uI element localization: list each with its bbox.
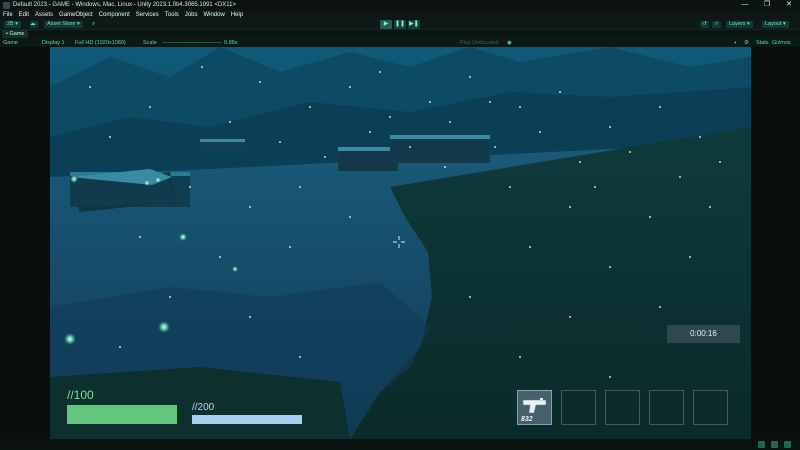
inventory-slot-2[interactable]	[561, 390, 596, 425]
tab-game[interactable]: ▪ Game	[2, 30, 29, 38]
stats-button[interactable]: Stats	[756, 40, 769, 46]
right-margin	[751, 47, 800, 439]
layout-dropdown[interactable]: Layout ▾	[762, 21, 789, 28]
window-title: Default 2023 - GAME - Windows, Mac, Linu…	[13, 2, 237, 8]
resolution-dropdown[interactable]: Full HD (1920x1080)	[75, 40, 126, 46]
inventory-slot-5[interactable]	[693, 390, 728, 425]
ammo-count: 832	[521, 416, 533, 423]
history-icon[interactable]: ↺	[700, 21, 709, 28]
menu-component[interactable]: Component	[99, 12, 130, 18]
search-icon[interactable]: ⌕	[92, 21, 100, 28]
notifications-icon[interactable]	[784, 441, 791, 448]
menu-window[interactable]: Window	[203, 12, 224, 18]
menu-tools[interactable]: Tools	[165, 12, 179, 18]
maximize-button[interactable]: ❐	[756, 0, 778, 10]
cloud-status-icon[interactable]	[771, 441, 778, 448]
inventory-slot-3[interactable]	[605, 390, 640, 425]
scale-slider[interactable]	[162, 42, 222, 43]
status-bar	[0, 439, 800, 450]
close-button[interactable]: ✕	[778, 0, 800, 10]
play-mode-dropdown[interactable]: Play Unfocused	[460, 40, 499, 46]
collab-icon[interactable]	[758, 441, 765, 448]
main-toolbar: 2B ▾ ☁ Asset Store ▾ ⌕ ▶ ❚❚ ▶❚ ↺ ⌕ Layer…	[0, 19, 800, 30]
pause-button[interactable]: ❚❚	[394, 20, 406, 29]
tab-game-label: Game	[9, 31, 25, 37]
menu-services[interactable]: Services	[136, 12, 159, 18]
inventory-slot-1[interactable]: 832	[517, 390, 552, 425]
gizmos-dropdown[interactable]: Gizmos	[772, 40, 791, 46]
menu-jobs[interactable]: Jobs	[185, 12, 198, 18]
account-button[interactable]: 2B ▾	[4, 21, 22, 28]
scale-value: 0.88x	[224, 39, 238, 46]
crosshair-icon	[393, 236, 405, 248]
minimize-button[interactable]: —	[734, 0, 756, 10]
settings-icon[interactable]: ⚙	[744, 40, 749, 46]
layers-dropdown[interactable]: Layers ▾	[726, 21, 753, 28]
step-button[interactable]: ▶❚	[408, 20, 420, 29]
display-dropdown[interactable]: Display 1	[42, 40, 65, 46]
editor-tab-bar: ▪ Game	[0, 30, 800, 38]
search-icon[interactable]: ⌕	[712, 21, 721, 28]
menu-file[interactable]: File	[3, 12, 13, 18]
game-timer: 0:00:16	[667, 325, 740, 343]
health-bar	[67, 405, 177, 424]
menu-assets[interactable]: Assets	[35, 12, 53, 18]
window-title-bar: Default 2023 - GAME - Windows, Mac, Linu…	[0, 0, 800, 10]
game-mode-dropdown[interactable]: Game	[3, 40, 18, 46]
menu-help[interactable]: Help	[231, 12, 243, 18]
stamina-bar	[192, 415, 302, 424]
scale-label: Scale	[143, 39, 157, 46]
menu-bar: File Edit Assets GameObject Component Se…	[0, 10, 800, 19]
inventory-slot-4[interactable]	[649, 390, 684, 425]
game-view-toolbar: Game Display 1 Full HD (1920x1080) Scale…	[0, 38, 800, 47]
left-margin	[0, 47, 50, 439]
stamina-label: //200	[192, 402, 215, 413]
unity-logo-icon	[3, 1, 10, 9]
play-button[interactable]: ▶	[380, 20, 392, 29]
menu-edit[interactable]: Edit	[19, 12, 29, 18]
cloud-icon[interactable]: ☁	[30, 21, 38, 28]
audio-icon[interactable]: ◉	[507, 40, 512, 46]
game-viewport[interactable]: //100 //200 0:00:16 832	[50, 47, 751, 439]
asset-store-button[interactable]: Asset Store ▾	[44, 21, 83, 28]
gizmo-toggle-icon[interactable]: ◐	[734, 40, 737, 46]
health-label: //100	[67, 388, 94, 402]
menu-gameobject[interactable]: GameObject	[59, 12, 93, 18]
